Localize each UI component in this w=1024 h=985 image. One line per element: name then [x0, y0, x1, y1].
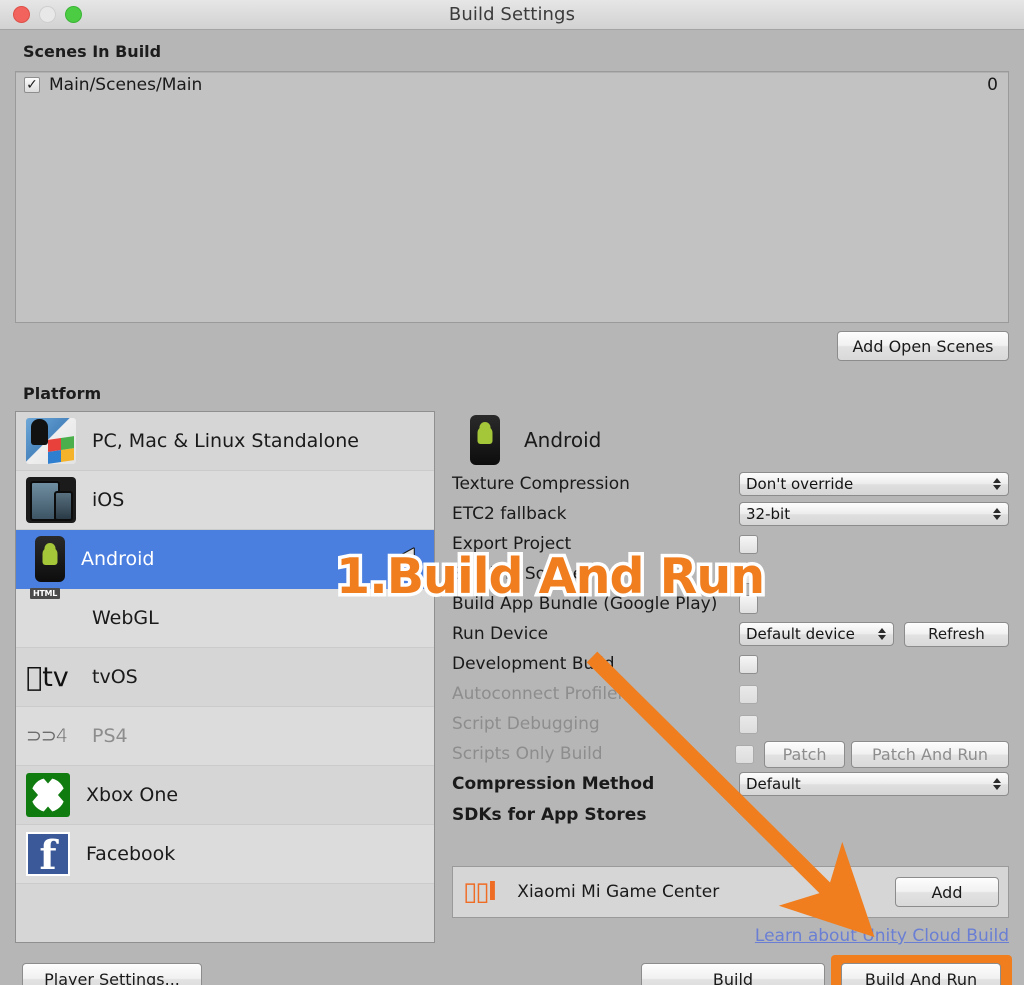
- sdks-for-app-stores-row: SDKs for App Stores: [452, 799, 1009, 831]
- facebook-icon: [26, 832, 70, 879]
- platform-settings-panel: Android Texture Compression Don't overri…: [452, 411, 1009, 831]
- scripts-only-build-row: Scripts Only Build Patch Patch And Run: [452, 739, 1009, 769]
- platform-item-label: tvOS: [92, 666, 138, 688]
- sdks-for-app-stores-heading: SDKs for App Stores: [452, 805, 647, 825]
- autoconnect-profiler-label: Autoconnect Profiler: [452, 684, 625, 704]
- script-debugging-checkbox: [739, 714, 758, 734]
- stepper-arrows-icon: [993, 508, 1001, 520]
- mi-logo-icon: ▯▯I: [463, 877, 497, 907]
- texture-compression-dropdown[interactable]: Don't override: [739, 472, 1009, 496]
- build-button[interactable]: Build: [641, 963, 825, 985]
- platform-item-facebook[interactable]: Facebook: [16, 825, 434, 884]
- build-and-run-button[interactable]: Build And Run: [841, 963, 1001, 985]
- platform-list[interactable]: PC, Mac & Linux Standalone iOS Android H…: [15, 411, 435, 943]
- player-settings-button[interactable]: Player Settings...: [22, 963, 202, 985]
- platform-item-label: Android: [81, 548, 155, 570]
- scene-enabled-checkbox[interactable]: ✓: [24, 77, 40, 93]
- run-device-label: Run Device: [452, 624, 549, 644]
- autoconnect-profiler-checkbox: [739, 684, 758, 704]
- etc2-fallback-dropdown[interactable]: 32-bit: [739, 502, 1009, 526]
- scenes-in-build-list[interactable]: ✓ Main/Scenes/Main 0: [15, 71, 1009, 323]
- run-device-value: Default device: [746, 625, 855, 643]
- compression-method-label: Compression Method: [452, 774, 655, 794]
- refresh-devices-button[interactable]: Refresh: [904, 621, 1009, 647]
- run-device-row: Run Device Default device Refresh: [452, 619, 1009, 649]
- window-title: Build Settings: [448, 4, 576, 25]
- platform-item-ios[interactable]: iOS: [16, 471, 434, 530]
- etc2-fallback-label: ETC2 fallback: [452, 504, 567, 524]
- scene-index-label: 0: [987, 75, 998, 95]
- active-platform-header: Android: [452, 411, 1009, 469]
- patch-button: Patch: [764, 740, 846, 768]
- platform-heading: Platform: [23, 384, 102, 403]
- platform-item-standalone[interactable]: PC, Mac & Linux Standalone: [16, 412, 434, 471]
- run-device-dropdown[interactable]: Default device: [739, 622, 894, 646]
- platform-item-ps4[interactable]: ⊃⊃4 PS4: [16, 707, 434, 766]
- scripts-only-build-checkbox: [735, 744, 755, 764]
- add-open-scenes-button[interactable]: Add Open Scenes: [837, 331, 1009, 361]
- platform-item-label: iOS: [92, 489, 125, 511]
- etc2-fallback-row: ETC2 fallback 32-bit: [452, 499, 1009, 529]
- platform-item-label: PC, Mac & Linux Standalone: [92, 430, 359, 452]
- script-debugging-label: Script Debugging: [452, 714, 600, 734]
- texture-compression-row: Texture Compression Don't override: [452, 469, 1009, 499]
- learn-about-unity-cloud-build-link[interactable]: Learn about Unity Cloud Build: [452, 926, 1009, 946]
- autoconnect-profiler-row: Autoconnect Profiler: [452, 679, 1009, 709]
- android-icon: [470, 415, 500, 465]
- platform-item-label: Facebook: [86, 843, 176, 865]
- active-platform-label: Android: [524, 428, 602, 452]
- window-titlebar: Build Settings: [0, 0, 1024, 30]
- compression-method-row: Compression Method Default: [452, 769, 1009, 799]
- platform-item-label: PS4: [92, 725, 128, 747]
- stepper-arrows-icon: [878, 628, 886, 640]
- tvos-icon: tv: [26, 661, 69, 693]
- platform-item-xbox-one[interactable]: Xbox One: [16, 766, 434, 825]
- scene-path-label: Main/Scenes/Main: [49, 75, 203, 95]
- script-debugging-row: Script Debugging: [452, 709, 1009, 739]
- scene-list-item[interactable]: ✓ Main/Scenes/Main 0: [16, 72, 1008, 98]
- development-build-checkbox[interactable]: [739, 654, 758, 674]
- standalone-icon: [26, 418, 76, 464]
- compression-method-dropdown[interactable]: Default: [739, 772, 1009, 796]
- etc2-fallback-value: 32-bit: [746, 505, 791, 523]
- stepper-arrows-icon: [993, 478, 1001, 490]
- texture-compression-label: Texture Compression: [452, 474, 630, 494]
- platform-item-label: Xbox One: [86, 784, 179, 806]
- xbox-icon: [26, 773, 70, 817]
- platform-item-label: WebGL: [92, 607, 159, 629]
- webgl-icon: HTML: [26, 588, 76, 641]
- annotation-step-label: 1.Build And Run: [332, 545, 768, 609]
- stepper-arrows-icon: [993, 778, 1001, 790]
- development-build-row: Development Build: [452, 649, 1009, 679]
- development-build-label: Development Build: [452, 654, 615, 674]
- scenes-in-build-heading: Scenes In Build: [23, 42, 162, 61]
- texture-compression-value: Don't override: [746, 475, 854, 493]
- patch-and-run-button: Patch And Run: [851, 740, 1009, 768]
- scripts-only-build-label: Scripts Only Build: [452, 744, 603, 764]
- android-icon: [35, 536, 65, 582]
- build-settings-body: Scenes In Build ✓ Main/Scenes/Main 0 Add…: [0, 30, 1024, 985]
- add-sdk-button[interactable]: Add: [895, 877, 999, 907]
- platform-item-tvos[interactable]: tv tvOS: [16, 648, 434, 707]
- compression-method-value: Default: [746, 775, 801, 793]
- ps4-icon: ⊃⊃4: [26, 725, 68, 747]
- sdk-list: ▯▯I Xiaomi Mi Game Center Add: [452, 866, 1009, 918]
- ios-icon: [26, 477, 76, 523]
- sdk-entry-label: Xiaomi Mi Game Center: [517, 882, 720, 902]
